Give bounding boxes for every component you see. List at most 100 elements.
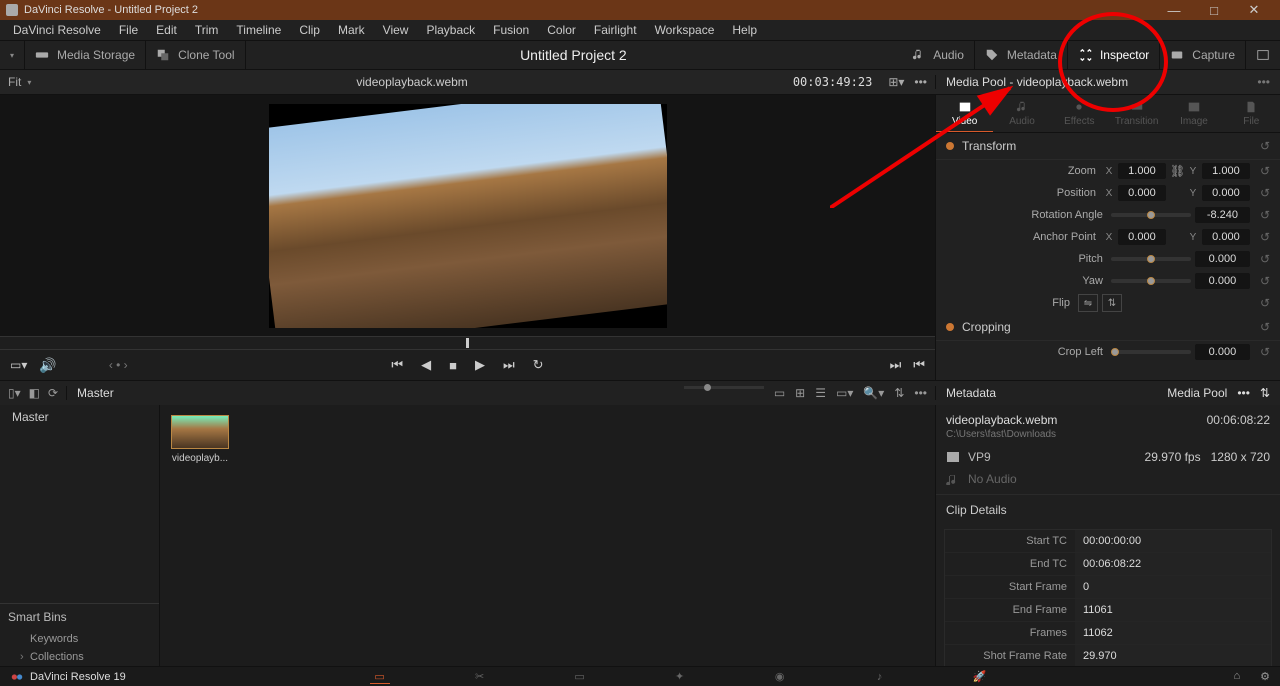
start-frame-value[interactable]: 0	[1075, 576, 1271, 598]
flip-h-button[interactable]: ⇋	[1078, 294, 1098, 312]
zoom-y-input[interactable]: 1.000	[1202, 163, 1250, 179]
stop-button[interactable]: ■	[449, 358, 457, 373]
rotation-input[interactable]: -8.240	[1195, 207, 1250, 223]
thumb-size-slider[interactable]	[684, 386, 764, 389]
menu-playback[interactable]: Playback	[417, 23, 484, 37]
breadcrumb-master[interactable]: Master	[66, 386, 124, 400]
media-storage-toggle[interactable]: Media Storage	[25, 41, 146, 69]
menu-workspace[interactable]: Workspace	[646, 23, 724, 37]
cropping-section-header[interactable]: Cropping ↺	[936, 314, 1280, 341]
pos-x-input[interactable]: 0.000	[1118, 185, 1166, 201]
anchor-reset[interactable]: ↺	[1260, 230, 1270, 244]
page-fairlight[interactable]: ♪	[870, 670, 890, 684]
scrub-bar[interactable]	[0, 336, 935, 350]
menu-fairlight[interactable]: Fairlight	[585, 23, 646, 37]
tab-image[interactable]: Image	[1165, 95, 1222, 132]
capture-toggle[interactable]: Capture	[1160, 41, 1246, 69]
clip-item[interactable]: videoplayb...	[170, 415, 230, 464]
tab-effects[interactable]: Effects	[1051, 95, 1108, 132]
crop-left-input[interactable]: 0.000	[1195, 344, 1250, 360]
refresh-icon[interactable]: ⟳	[48, 386, 58, 400]
search-icon[interactable]: 🔍▾	[863, 386, 884, 400]
flip-reset[interactable]: ↺	[1260, 296, 1270, 310]
zoom-x-input[interactable]: 1.000	[1118, 163, 1166, 179]
menu-fusion[interactable]: Fusion	[484, 23, 538, 37]
fullscreen-button[interactable]	[1246, 41, 1280, 69]
pin-icon[interactable]: ◧	[29, 386, 40, 400]
options-icon[interactable]: •••	[914, 386, 927, 400]
mark-out-button[interactable]: ⏮	[913, 357, 925, 373]
flip-v-button[interactable]: ⇅	[1102, 294, 1122, 312]
view-list-icon[interactable]: ☰	[815, 386, 826, 400]
viewer-options-icon[interactable]: •••	[914, 75, 927, 89]
audio-toggle[interactable]: Audio	[901, 41, 975, 69]
crop-reset-icon[interactable]: ↺	[1260, 320, 1270, 334]
clone-tool-toggle[interactable]: Clone Tool	[146, 41, 245, 69]
minimize-button[interactable]: —	[1154, 3, 1194, 18]
bin-master[interactable]: Master	[0, 405, 159, 429]
sort-meta-icon[interactable]: ⇅	[1260, 386, 1270, 400]
viewer-canvas[interactable]	[0, 95, 935, 336]
page-color[interactable]: ◉	[770, 670, 790, 684]
bin-view-icon[interactable]: ▯▾	[8, 386, 21, 400]
rot-reset[interactable]: ↺	[1260, 208, 1270, 222]
menu-timeline[interactable]: Timeline	[227, 23, 290, 37]
close-button[interactable]: ✕	[1234, 2, 1274, 18]
crop-left-slider[interactable]	[1111, 350, 1191, 354]
first-frame-button[interactable]: ⏮	[391, 357, 403, 373]
inspector-options-icon[interactable]: •••	[1257, 75, 1270, 89]
menu-edit[interactable]: Edit	[147, 23, 186, 37]
menu-mark[interactable]: Mark	[329, 23, 374, 37]
play-button[interactable]: ▶	[475, 357, 485, 373]
frames-value[interactable]: 11062	[1075, 622, 1271, 644]
pitch-reset[interactable]: ↺	[1260, 252, 1270, 266]
maximize-button[interactable]: □	[1194, 3, 1234, 18]
next-frame-button[interactable]: ⏭	[503, 357, 515, 373]
pos-reset[interactable]: ↺	[1260, 186, 1270, 200]
page-fusion[interactable]: ✦	[670, 670, 690, 684]
cropleft-reset[interactable]: ↺	[1260, 345, 1270, 359]
settings-icon[interactable]: ⚙	[1260, 670, 1270, 683]
anchor-x-input[interactable]: 0.000	[1118, 229, 1166, 245]
tab-transition[interactable]: Transition	[1108, 95, 1165, 132]
smart-bin-keywords[interactable]: Keywords	[0, 630, 159, 648]
page-edit[interactable]: ▭	[570, 670, 590, 684]
shot-fps-value[interactable]: 29.970	[1075, 645, 1271, 666]
menu-color[interactable]: Color	[538, 23, 585, 37]
pitch-slider[interactable]	[1111, 257, 1191, 261]
transform-enable-dot[interactable]	[946, 142, 954, 150]
volume-icon[interactable]: 🔊	[39, 357, 56, 374]
metadata-toggle[interactable]: Metadata	[975, 41, 1068, 69]
rotation-slider[interactable]	[1111, 213, 1191, 217]
viewer-timecode[interactable]: 00:03:49:23	[785, 75, 880, 89]
meta-options-icon[interactable]: •••	[1237, 386, 1250, 400]
yaw-slider[interactable]	[1111, 279, 1191, 283]
anchor-y-input[interactable]: 0.000	[1202, 229, 1250, 245]
smart-bins-header[interactable]: Smart Bins	[0, 603, 159, 630]
end-frame-value[interactable]: 11061	[1075, 599, 1271, 621]
yaw-reset[interactable]: ↺	[1260, 274, 1270, 288]
cropping-enable-dot[interactable]	[946, 323, 954, 331]
menu-file[interactable]: File	[110, 23, 147, 37]
pos-y-input[interactable]: 0.000	[1202, 185, 1250, 201]
page-cut[interactable]: ✂	[470, 670, 490, 684]
tab-video[interactable]: Video	[936, 95, 993, 132]
sort-icon[interactable]: ⇅	[894, 386, 904, 400]
inspector-toggle[interactable]: Inspector	[1068, 41, 1160, 69]
pitch-input[interactable]: 0.000	[1195, 251, 1250, 267]
media-pool[interactable]: videoplayb...	[160, 405, 935, 666]
view-filmstrip-icon[interactable]: ▭	[774, 386, 785, 400]
zoom-fit-dropdown[interactable]: Fit ▾	[0, 75, 39, 89]
viewer-mode-icon[interactable]: ▭▾	[10, 358, 27, 372]
menu-clip[interactable]: Clip	[290, 23, 329, 37]
view-split-icon[interactable]: ▭▾	[836, 386, 853, 400]
mark-in-button[interactable]: ⏭	[890, 357, 902, 373]
page-media[interactable]: ▭	[370, 670, 390, 684]
zoom-reset[interactable]: ↺	[1260, 164, 1270, 178]
end-tc-value[interactable]: 00:06:08:22	[1075, 553, 1271, 575]
prev-frame-button[interactable]: ◀	[421, 357, 431, 373]
yaw-input[interactable]: 0.000	[1195, 273, 1250, 289]
smart-bin-collections[interactable]: ›Collections	[0, 648, 159, 666]
home-icon[interactable]: ⌂	[1233, 670, 1240, 683]
transform-section-header[interactable]: Transform ↺	[936, 133, 1280, 160]
